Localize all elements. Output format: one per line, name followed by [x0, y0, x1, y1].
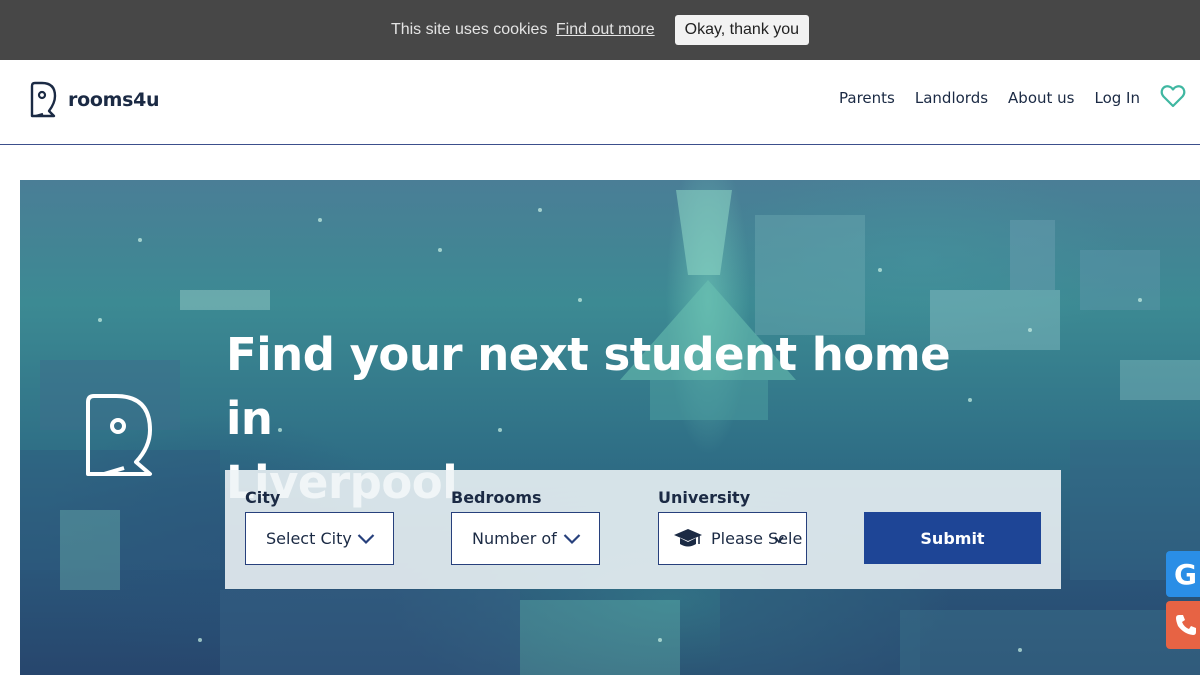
cookie-message: This site uses cookies Find out more — [391, 21, 655, 39]
university-label: University — [658, 488, 751, 507]
city-label: City — [245, 488, 281, 507]
heart-icon[interactable] — [1160, 84, 1186, 108]
logo-text: rooms4u — [68, 89, 160, 111]
chevron-down-icon — [357, 534, 375, 545]
phone-icon[interactable] — [1166, 601, 1200, 649]
city-select[interactable]: Select City — [245, 512, 394, 565]
nav-log-in[interactable]: Log In — [1095, 89, 1141, 107]
cookie-text: This site uses cookies — [390, 21, 548, 38]
bedrooms-label: Bedrooms — [451, 488, 542, 507]
hero-banner: Find your next student home in Liverpool… — [20, 180, 1200, 675]
map-pin-icon — [30, 81, 57, 118]
chevron-down-icon — [563, 534, 581, 545]
search-panel: City Select City Bedrooms Number of Univ… — [225, 470, 1061, 589]
phone-glyph-icon — [1176, 615, 1196, 635]
hero-title-line-1: Find your next student home in — [226, 328, 951, 445]
university-select[interactable]: Please Sele — [658, 512, 807, 565]
nav-landlords[interactable]: Landlords — [915, 89, 988, 107]
find-out-more-link[interactable]: Find out more — [556, 21, 655, 38]
site-logo[interactable]: rooms4u — [28, 80, 160, 120]
university-select-value: Please Sele — [711, 529, 803, 548]
cookie-banner: This site uses cookies Find out more Oka… — [0, 0, 1200, 60]
nav-parents[interactable]: Parents — [839, 89, 895, 107]
nav-about-us[interactable]: About us — [1008, 89, 1074, 107]
bedrooms-select-value: Number of — [472, 529, 557, 548]
accept-cookies-button[interactable]: Okay, thank you — [674, 15, 810, 45]
site-header: rooms4u Parents Landlords About us Log I… — [0, 60, 1200, 145]
map-pin-icon — [86, 394, 152, 476]
g-widget-label: G — [1174, 557, 1197, 591]
main-nav: Parents Landlords About us Log In — [839, 85, 1186, 108]
city-select-value: Select City — [266, 529, 352, 548]
g-widget-icon[interactable]: G — [1166, 551, 1200, 597]
chevron-down-icon — [774, 536, 784, 544]
submit-button[interactable]: Submit — [864, 512, 1041, 564]
graduation-cap-icon — [674, 528, 702, 546]
bedrooms-select[interactable]: Number of — [451, 512, 600, 565]
